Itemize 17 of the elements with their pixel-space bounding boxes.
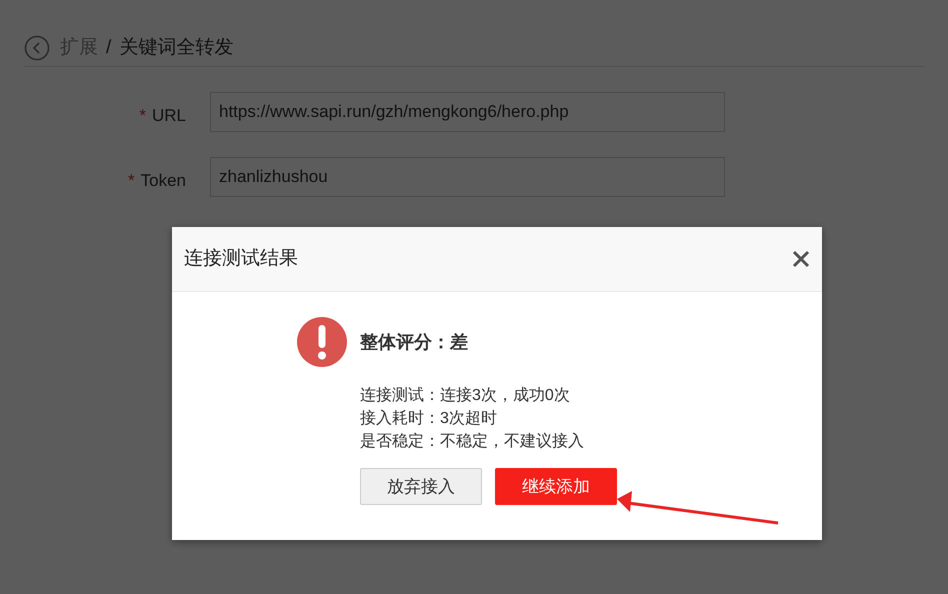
breadcrumb-separator: / <box>106 36 112 60</box>
continue-button[interactable]: 继续添加 <box>495 468 617 505</box>
input-field[interactable]: zhanlizhushou <box>210 157 725 197</box>
input-field[interactable]: https://www.sapi.run/gzh/mengkong6/hero.php <box>210 92 725 132</box>
abandon-button[interactable]: 放弃接入 <box>360 468 482 505</box>
required-mark: * <box>139 106 146 126</box>
detail-line: 接入耗时：3次超时 <box>360 408 498 429</box>
result-summary: 整体评分：差 <box>360 330 468 354</box>
detail-line: 连接测试：连接3次，成功0次 <box>360 386 571 406</box>
field-label: Token <box>140 171 186 190</box>
field-label: URL <box>152 106 186 126</box>
required-mark: * <box>128 171 135 190</box>
detail-line: 是否稳定：不稳定，不建议接入 <box>360 432 585 452</box>
breadcrumb-current: 关键词全转发 <box>119 36 234 60</box>
dialog-title: 连接测试结果 <box>184 246 298 271</box>
error-icon <box>296 316 348 368</box>
close-icon[interactable] <box>792 250 810 268</box>
